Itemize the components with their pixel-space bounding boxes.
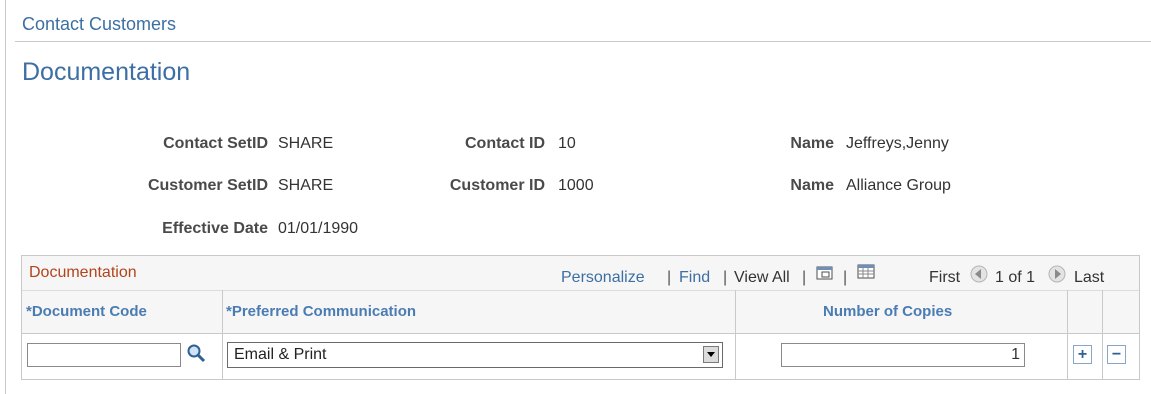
contact-name-value: Jeffreys,Jenny [846,135,949,152]
chevron-down-icon[interactable] [703,346,719,363]
customer-name-value: Alliance Group [846,177,951,194]
customer-id-value: 1000 [558,177,594,194]
customer-id-label: Customer ID [449,177,545,194]
grid-download-icon[interactable] [857,264,875,280]
page-header: Contact Customers [22,14,177,34]
contact-id-label: Contact ID [465,135,545,152]
left-border [5,0,6,394]
next-arrow-icon[interactable] [1048,265,1066,283]
delete-row-button[interactable]: − [1107,345,1126,364]
page-range: 1 of 1 [995,269,1036,286]
preferred-communication-select[interactable]: Email & Print [227,342,723,368]
new-window-icon[interactable] [816,264,834,280]
first-label: First [929,269,961,286]
preferred-communication-header: *Preferred Communication [226,303,417,320]
customer-setid-value: SHARE [278,177,334,194]
grid-title: Documentation [29,264,137,281]
number-of-copies-input[interactable] [781,343,1025,367]
magnifier-icon[interactable] [186,343,206,363]
contact-name-label: Name [790,135,834,152]
contact-id-value: 10 [558,135,576,152]
page-title: Documentation [22,58,191,86]
documentation-grid: Documentation Personalize | Find | View … [21,255,1140,380]
select-value: Email & Print [234,346,327,363]
document-code-input[interactable] [27,343,181,367]
toolbar-separator: | [843,269,848,286]
header-divider [15,41,1151,42]
contact-setid-label: Contact SetID [163,135,268,152]
toolbar-separator: | [667,269,672,286]
document-code-header: *Document Code [26,303,147,320]
toolbar-separator: | [723,269,728,286]
view-all-link[interactable]: View All [734,269,790,287]
effective-date-label: Effective Date [162,220,268,237]
last-label: Last [1074,269,1105,286]
contact-setid-value: SHARE [278,135,334,152]
customer-setid-label: Customer SetID [147,177,268,194]
personalize-link[interactable]: Personalize [561,269,645,287]
add-row-button[interactable]: + [1073,345,1092,364]
toolbar-separator: | [802,269,807,286]
number-of-copies-header: Number of Copies [823,303,953,320]
grid-column-headers: *Document Code *Preferred Communication … [22,290,1139,334]
effective-date-value: 01/01/1990 [278,220,359,237]
customer-name-label: Name [790,177,834,194]
grid-titlebar: Documentation Personalize | Find | View … [22,256,1139,290]
find-link[interactable]: Find [679,269,710,287]
table-row: Email & Print + − [22,333,1139,379]
prev-arrow-icon[interactable] [970,265,988,283]
